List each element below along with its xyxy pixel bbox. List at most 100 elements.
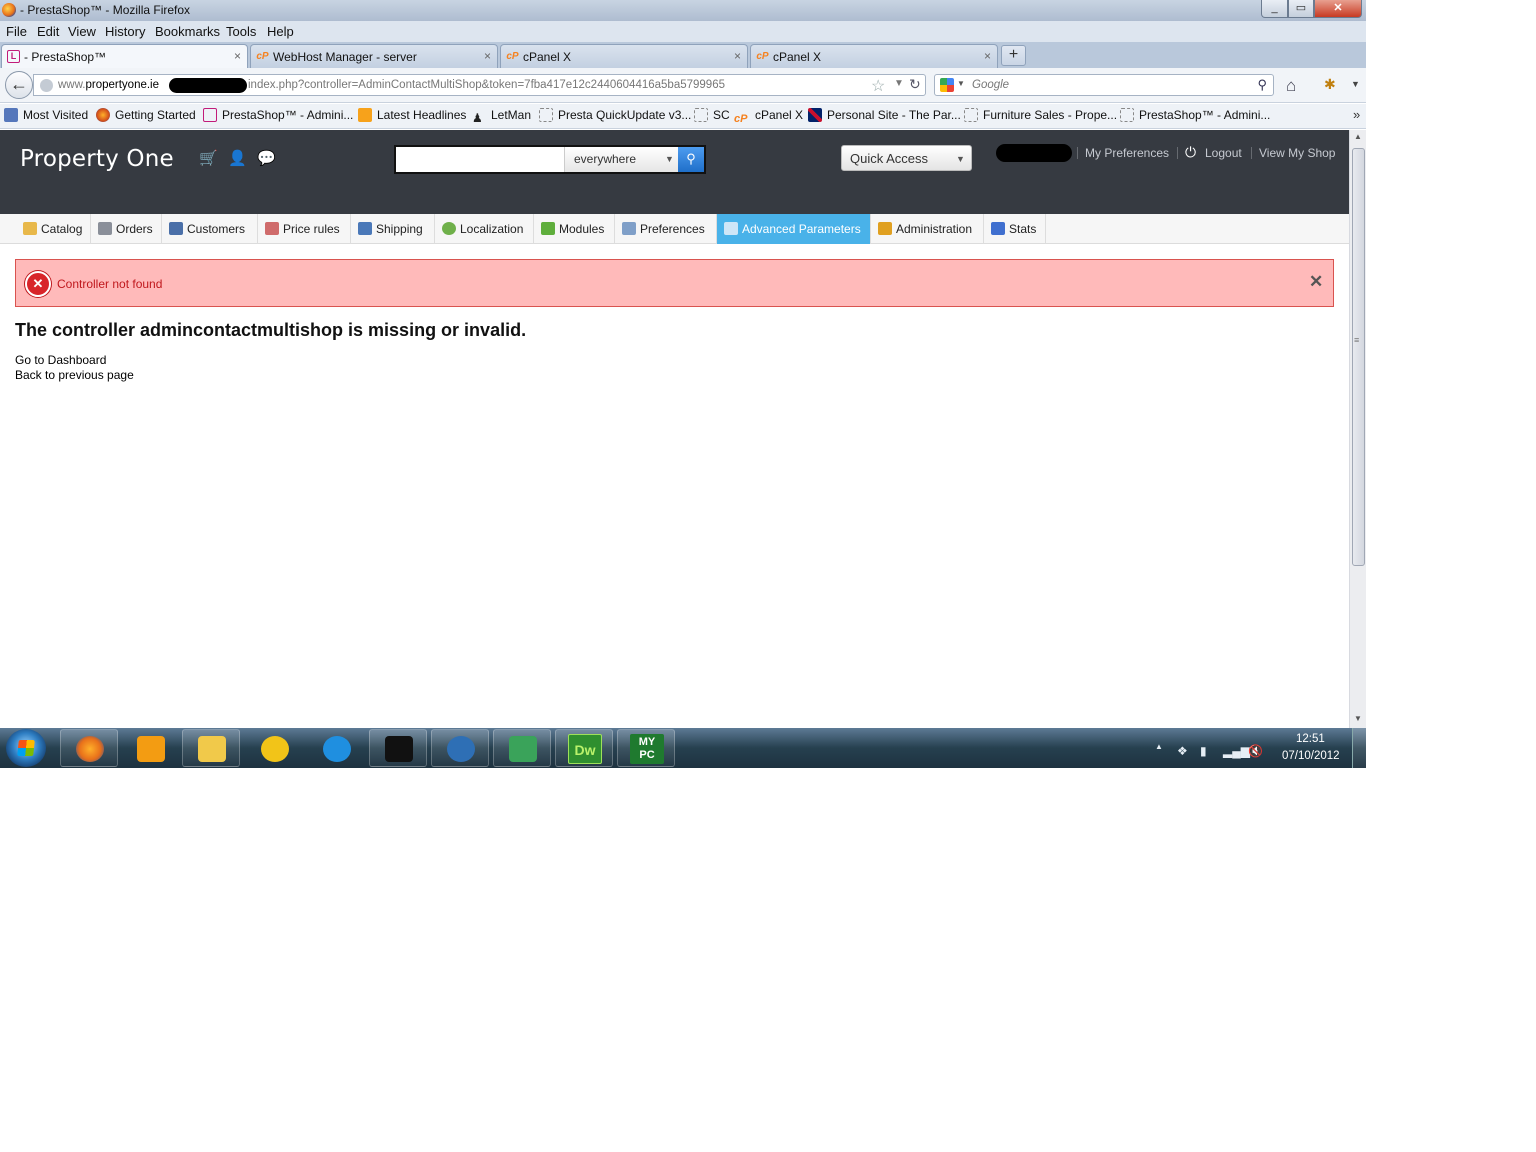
tab-label: WebHost Manager - server: [273, 50, 417, 64]
scroll-down-icon[interactable]: ▼: [1354, 714, 1362, 723]
clock-time[interactable]: 12:51: [1296, 733, 1325, 745]
dreamweaver-icon: Dw: [568, 734, 602, 764]
bookmark-furniture-sales[interactable]: Furniture Sales - Prope...: [964, 108, 1117, 125]
taskbar-command-prompt[interactable]: [369, 729, 427, 767]
bookmark-latest-headlines[interactable]: Latest Headlines: [358, 108, 466, 125]
taskbar-media-player[interactable]: [121, 729, 179, 767]
cart-icon[interactable]: 🛒: [199, 149, 218, 167]
vertical-scrollbar[interactable]: ▲ ≡ ▼: [1349, 130, 1366, 728]
menu-catalog[interactable]: Catalog: [16, 214, 91, 244]
taskbar-mypc[interactable]: MY PC: [617, 729, 675, 767]
signal-icon[interactable]: ▂▄▆: [1223, 744, 1250, 758]
search-icon[interactable]: ⚲: [1257, 77, 1267, 93]
menu-help[interactable]: Help: [267, 24, 294, 39]
thunderbird-icon: [447, 736, 475, 762]
bookmark-prestashop-admin-2[interactable]: PrestaShop™ - Admini...: [1120, 108, 1270, 125]
menu-history[interactable]: History: [105, 24, 145, 39]
taskbar-firefox[interactable]: [60, 729, 118, 767]
menu-administration[interactable]: Administration: [871, 214, 984, 244]
search-button[interactable]: ⚲: [678, 147, 704, 172]
reload-icon[interactable]: ↻: [909, 76, 921, 93]
menu-bookmarks[interactable]: Bookmarks: [155, 24, 220, 39]
bookmark-letman[interactable]: ♟ LetMan: [472, 108, 531, 125]
scroll-up-icon[interactable]: ▲: [1354, 132, 1362, 141]
bookmark-getting-started[interactable]: Getting Started: [96, 108, 196, 125]
menu-price-rules[interactable]: Price rules: [258, 214, 351, 244]
go-to-dashboard-link[interactable]: Go to Dashboard: [15, 353, 106, 367]
admin-search-input[interactable]: [396, 147, 564, 172]
show-hidden-icons-icon[interactable]: ▲: [1155, 742, 1163, 751]
logout-link[interactable]: Logout: [1205, 146, 1242, 160]
menu-preferences[interactable]: Preferences: [615, 214, 717, 244]
search-bar[interactable]: ▼ Google ⚲: [934, 74, 1274, 96]
url-bar[interactable]: www.propertyone.ie index.php?controller=…: [33, 74, 926, 96]
menu-edit[interactable]: Edit: [37, 24, 59, 39]
tab-cpanel-2[interactable]: cP cPanel X ×: [750, 44, 998, 68]
addon-icon[interactable]: ✱: [1324, 76, 1336, 93]
bookmark-personal-site[interactable]: Personal Site - The Par...: [808, 108, 961, 125]
taskbar-transfer-app[interactable]: [245, 729, 303, 767]
tab-cpanel[interactable]: cP cPanel X ×: [500, 44, 748, 68]
page-icon: [539, 108, 553, 122]
customer-icon[interactable]: 👤: [228, 149, 247, 167]
tab-prestashop[interactable]: L - PrestaShop™ ×: [1, 44, 248, 69]
shop-name[interactable]: Property One: [20, 146, 174, 172]
power-icon[interactable]: ⏻: [1185, 144, 1196, 161]
back-to-previous-page-link[interactable]: Back to previous page: [15, 368, 134, 382]
scrollbar-thumb[interactable]: [1352, 148, 1365, 566]
close-window-button[interactable]: ✕: [1314, 0, 1362, 18]
minimize-button[interactable]: _: [1261, 0, 1288, 18]
menu-localization[interactable]: Localization: [435, 214, 534, 244]
google-icon[interactable]: [940, 78, 954, 92]
my-preferences-link[interactable]: My Preferences: [1085, 146, 1169, 160]
power-plug-icon[interactable]: ▮: [1200, 744, 1207, 758]
tab-webhost-manager[interactable]: cP WebHost Manager - server ×: [250, 44, 498, 68]
taskbar-thunderbird[interactable]: [431, 729, 489, 767]
bookmark-cpanel[interactable]: cP cPanel X: [734, 108, 803, 125]
view-my-shop-link[interactable]: View My Shop: [1259, 146, 1335, 160]
clock-date[interactable]: 07/10/2012: [1282, 750, 1340, 762]
menu-stats[interactable]: Stats: [984, 214, 1046, 244]
taskbar-internet-explorer[interactable]: [307, 729, 365, 767]
taskbar-dreamweaver[interactable]: Dw: [555, 729, 613, 767]
dropbox-icon[interactable]: ❖: [1177, 744, 1188, 758]
bookmark-prestashop-admin[interactable]: PrestaShop™ - Admini...: [203, 108, 353, 125]
bookmark-star-icon[interactable]: ☆: [871, 76, 885, 96]
volume-muted-icon[interactable]: 🔇: [1248, 744, 1263, 758]
taskbar-network-app[interactable]: [493, 729, 551, 767]
bookmark-most-visited[interactable]: Most Visited: [4, 108, 88, 125]
url-dropdown-icon[interactable]: ▼: [894, 78, 904, 89]
maximize-button[interactable]: ▭: [1288, 0, 1314, 18]
menu-orders[interactable]: Orders: [91, 214, 162, 244]
close-tab-icon[interactable]: ×: [984, 49, 991, 63]
bookmarks-overflow-icon[interactable]: »: [1353, 107, 1360, 122]
menu-shipping[interactable]: Shipping: [351, 214, 435, 244]
menu-file[interactable]: File: [6, 24, 27, 39]
error-title: The controller admincontactmultishop is …: [15, 320, 527, 340]
back-button[interactable]: ←: [5, 71, 33, 99]
close-tab-icon[interactable]: ×: [734, 49, 741, 63]
menu-customers[interactable]: Customers: [162, 214, 258, 244]
site-identity-icon[interactable]: [40, 79, 53, 92]
messages-icon[interactable]: 💬: [257, 149, 276, 167]
menu-view[interactable]: View: [68, 24, 96, 39]
menu-advanced-parameters[interactable]: Advanced Parameters: [717, 214, 871, 244]
bookmark-presta-quickupdate[interactable]: Presta QuickUpdate v3...: [539, 108, 691, 125]
taskbar-explorer[interactable]: [182, 729, 240, 767]
close-tab-icon[interactable]: ×: [484, 49, 491, 63]
start-button[interactable]: [6, 729, 46, 767]
addon-dropdown-icon[interactable]: ▼: [1351, 79, 1360, 89]
quick-access-select[interactable]: Quick Access ▼: [841, 145, 972, 171]
bookmark-sc[interactable]: SC: [694, 108, 730, 125]
alert-close-button[interactable]: ✕: [1309, 272, 1323, 292]
close-tab-icon[interactable]: ×: [234, 49, 241, 63]
search-engine-dropdown-icon[interactable]: ▼: [957, 79, 965, 88]
letman-icon: ♟: [472, 111, 483, 125]
home-icon[interactable]: ⌂: [1286, 76, 1296, 96]
puzzle-icon: [541, 222, 555, 235]
menu-modules[interactable]: Modules: [534, 214, 615, 244]
search-scope-select[interactable]: everywhere ▼: [564, 147, 678, 172]
show-desktop-button[interactable]: [1352, 728, 1366, 768]
menu-tools[interactable]: Tools: [226, 24, 256, 39]
new-tab-button[interactable]: +: [1001, 45, 1026, 66]
